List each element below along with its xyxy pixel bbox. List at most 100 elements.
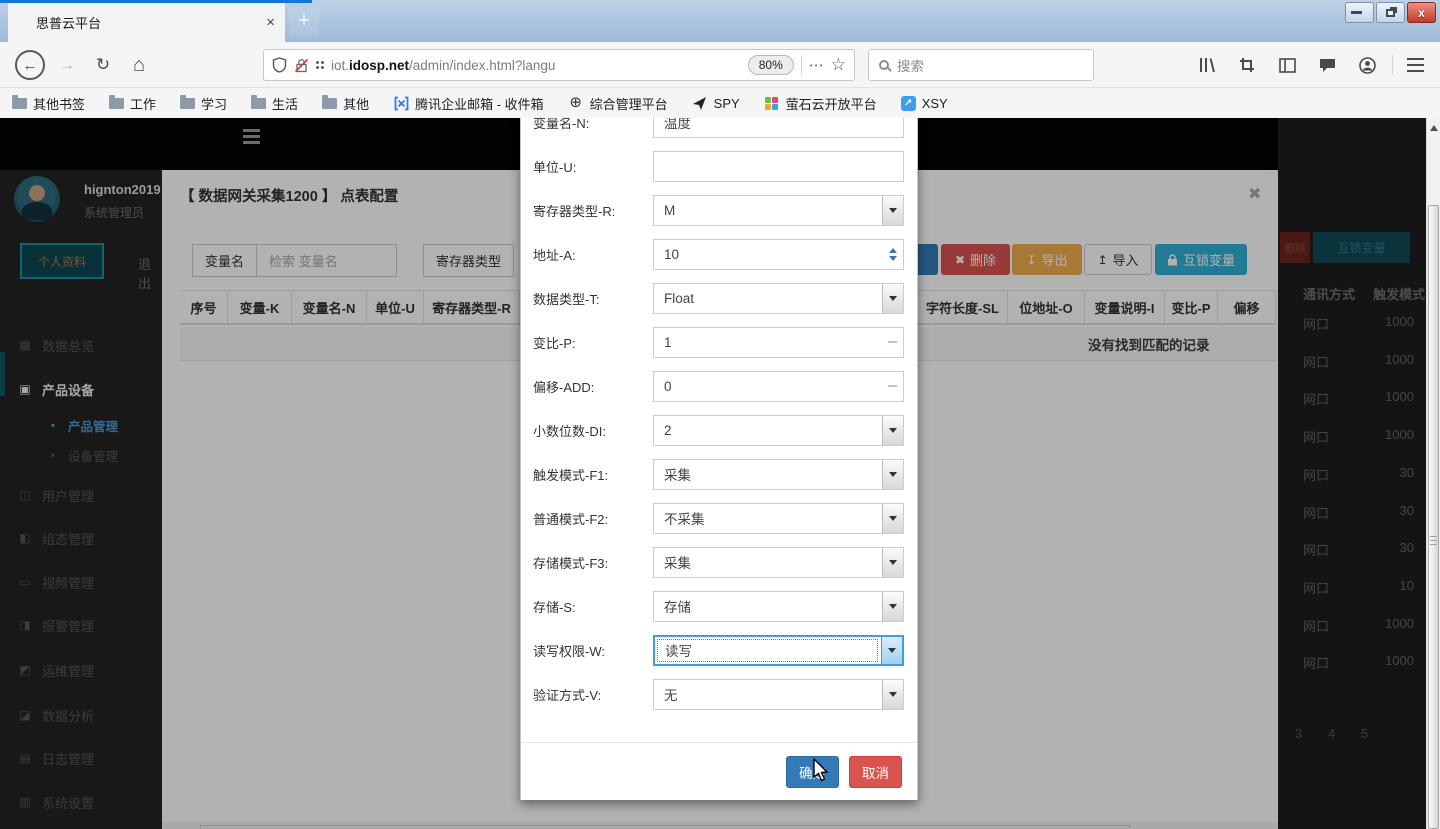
- bookmark-item[interactable]: 其他书签: [12, 94, 85, 113]
- folder-icon: [109, 98, 124, 109]
- minimize-button[interactable]: [1345, 2, 1374, 23]
- restore-button[interactable]: [1376, 2, 1405, 23]
- bookmark-item[interactable]: SPY: [692, 95, 740, 111]
- scrollbar-thumb[interactable]: [1428, 205, 1439, 829]
- url-bar[interactable]: iot.idosp.net/admin/index.html?langu 80%…: [263, 49, 855, 81]
- search-input[interactable]: 搜索: [868, 49, 1094, 81]
- home-button[interactable]: ⌂: [124, 42, 154, 88]
- chevron-down-icon: [889, 472, 897, 477]
- back-button[interactable]: ←: [12, 42, 48, 88]
- scrollbar-up-arrow[interactable]: [1427, 120, 1440, 136]
- toolbar-separator: [1392, 55, 1393, 75]
- url-text[interactable]: iot.idosp.net/admin/index.html?langu: [331, 58, 741, 73]
- field-input[interactable]: [653, 151, 904, 182]
- field-label: 单位-U:: [533, 157, 653, 176]
- browser-navbar: ← → ↻ ⌂ iot.idosp.net/admin/index.html?l…: [0, 42, 1440, 88]
- bookmark-item[interactable]: 其他: [322, 94, 369, 113]
- bookmark-label: 综合管理平台: [590, 94, 668, 113]
- bookmark-item[interactable]: 学习: [180, 94, 227, 113]
- library-icon[interactable]: [1196, 54, 1218, 76]
- shield-icon[interactable]: [272, 57, 287, 73]
- field-select[interactable]: Float: [653, 283, 904, 314]
- bookmark-item[interactable]: 萤石云开放平台: [764, 94, 877, 113]
- crop-tool-icon[interactable]: [1236, 54, 1258, 76]
- window-controls: x: [1345, 2, 1436, 23]
- field-label: 变比-P:: [533, 333, 653, 352]
- cancel-button[interactable]: 取消: [849, 756, 902, 788]
- permissions-icon[interactable]: [316, 61, 319, 64]
- zoom-level-badge[interactable]: 80%: [748, 55, 794, 75]
- account-icon[interactable]: [1356, 54, 1378, 76]
- tab-close-icon[interactable]: ×: [266, 15, 275, 30]
- field-input[interactable]: 10: [653, 239, 904, 270]
- dropdown-button[interactable]: [882, 680, 903, 709]
- globe-icon: ⊕: [568, 95, 584, 111]
- field-input[interactable]: 1: [653, 327, 904, 358]
- bookmark-item[interactable]: ⊕ 综合管理平台: [568, 94, 668, 113]
- lock-insecure-icon[interactable]: [294, 58, 309, 73]
- search-icon: [879, 60, 889, 70]
- field-label: 存储-S:: [533, 597, 653, 616]
- spy-icon: [692, 95, 708, 111]
- field-value: 存储: [654, 596, 882, 616]
- modal-footer: 确定 取消: [521, 742, 917, 800]
- sidebar-toggle-icon[interactable]: [1276, 54, 1298, 76]
- dropdown-button[interactable]: [882, 196, 903, 225]
- close-window-button[interactable]: x: [1407, 2, 1436, 23]
- bookmark-label: 学习: [201, 94, 227, 113]
- field-select[interactable]: M: [653, 195, 904, 226]
- field-select[interactable]: 无: [653, 679, 904, 710]
- dropdown-button[interactable]: [881, 637, 902, 664]
- form-row: 存储模式-F3:采集: [521, 540, 917, 584]
- field-value: 2: [654, 423, 882, 438]
- menu-icon[interactable]: [1404, 54, 1426, 76]
- form-row: 小数位数-DI:2: [521, 408, 917, 452]
- new-tab-button[interactable]: +: [289, 7, 319, 37]
- field-label: 偏移-ADD:: [533, 377, 653, 396]
- form-row: 变量名-N:温度: [521, 118, 917, 144]
- dropdown-button[interactable]: [882, 504, 903, 533]
- chevron-down-icon: [889, 208, 897, 213]
- field-select[interactable]: 采集: [653, 459, 904, 490]
- bookmark-star-icon[interactable]: ☆: [831, 55, 846, 75]
- browser-window: 思普云平台 × + x ← → ↻ ⌂ iot.idosp.net/admin/…: [0, 0, 1440, 829]
- form-row: 数据类型-T:Float: [521, 276, 917, 320]
- messages-icon[interactable]: [1316, 54, 1338, 76]
- browser-tab[interactable]: 思普云平台 ×: [8, 3, 285, 42]
- bookmark-item[interactable]: 生活: [251, 94, 298, 113]
- dropdown-button[interactable]: [882, 460, 903, 489]
- forward-button[interactable]: →: [52, 42, 82, 88]
- page-actions-icon[interactable]: ⋯: [809, 56, 824, 74]
- field-label: 变量名-N:: [533, 118, 653, 132]
- chevron-down-icon: [888, 648, 896, 653]
- dropdown-button[interactable]: [882, 284, 903, 313]
- bookmark-item[interactable]: ↗XSY: [901, 96, 948, 111]
- dropdown-button[interactable]: [882, 548, 903, 577]
- bookmark-label: 工作: [130, 94, 156, 113]
- field-label: 地址-A:: [533, 245, 653, 264]
- dropdown-button[interactable]: [882, 592, 903, 621]
- xsy-icon: ↗: [901, 96, 916, 111]
- chevron-down-icon: [889, 604, 897, 609]
- field-select[interactable]: 读写: [653, 635, 904, 666]
- number-spinner[interactable]: [885, 241, 900, 267]
- form-row: 寄存器类型-R:M: [521, 188, 917, 232]
- field-select[interactable]: 不采集: [653, 503, 904, 534]
- field-select[interactable]: 采集: [653, 547, 904, 578]
- field-value: 1: [654, 335, 888, 350]
- field-value: 采集: [654, 552, 882, 572]
- field-input[interactable]: 0: [653, 371, 904, 402]
- folder-icon: [12, 98, 27, 109]
- reload-button[interactable]: ↻: [88, 42, 118, 88]
- field-select[interactable]: 存储: [653, 591, 904, 622]
- bookmark-item[interactable]: 腾讯企业邮箱 - 收件箱: [393, 94, 544, 113]
- field-input[interactable]: 温度: [653, 118, 904, 138]
- folder-icon: [322, 98, 337, 109]
- spinner-down-icon: [889, 256, 897, 261]
- bookmark-item[interactable]: 工作: [109, 94, 156, 113]
- field-select[interactable]: 2: [653, 415, 904, 446]
- scrollbar[interactable]: [1426, 118, 1440, 829]
- bookmark-label: 其他: [343, 94, 369, 113]
- tencent-mail-icon: [393, 95, 409, 111]
- dropdown-button[interactable]: [882, 416, 903, 445]
